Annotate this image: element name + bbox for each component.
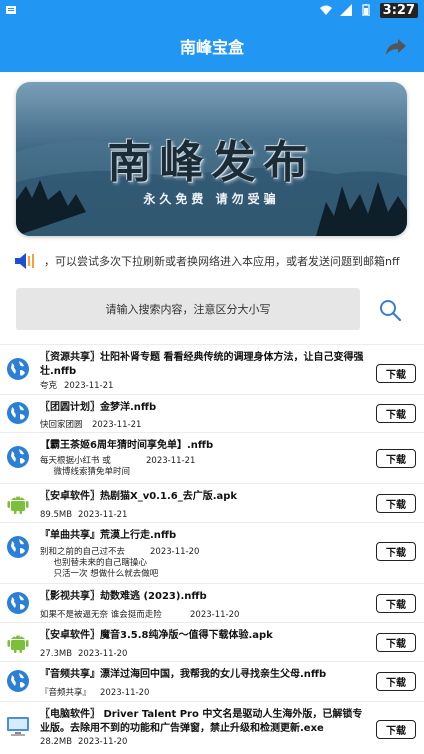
signal-icon	[6, 6, 16, 14]
item-title: 【霸王茶姬6周年猜时间享免单】.nffb	[40, 440, 214, 451]
item-date: 2023-11-20	[78, 737, 128, 747]
item-size: 89.5MB	[40, 510, 73, 520]
list-item[interactable]: 〖安卓软件〗热剧猫X_v0.1.6_去广版.apk 89.5MB 2023-11…	[0, 483, 424, 522]
item-size: 27.3MB	[40, 649, 73, 659]
item-title: 〖安卓软件〗魔音3.5.8纯净版～值得下载体验.apk	[40, 630, 273, 641]
item-size: 『音频共享』	[40, 688, 92, 698]
status-right: 3:27	[319, 2, 418, 18]
item-size: 别和之前的自己过不去 也别替未来的自己瞎操心 只活一次 想做什么就去做吧	[40, 547, 159, 579]
item-title: 〖影视共享〗劫数难逃 (2023).nffb	[40, 591, 207, 602]
item-title: 〖安卓软件〗热剧猫X_v0.1.6_去广版.apk	[40, 491, 238, 502]
globe-icon	[7, 402, 29, 424]
battery-icon	[362, 4, 370, 16]
list-item[interactable]: 〖影视共享〗劫数难逃 (2023).nffb 如果不是被逼无奈 谁会挺而走险 2…	[0, 583, 424, 622]
cellular-icon	[339, 4, 352, 16]
item-size: 每天根据小红书 或 微博线索猜免单时间	[40, 456, 131, 477]
globe-icon	[7, 536, 29, 558]
download-button[interactable]: 下载	[376, 404, 416, 423]
download-button[interactable]: 下载	[376, 494, 416, 513]
notice-text: ，可以尝试多次下拉刷新或者换网络进入本应用，或者发送问题到邮箱nff	[44, 255, 400, 268]
banner-title: 南峰发布	[107, 137, 316, 188]
computer-icon	[7, 717, 29, 736]
item-date: 2023-11-21	[92, 420, 142, 430]
android-icon	[7, 496, 29, 514]
item-size: 夸克	[40, 381, 58, 391]
item-title: 〖资源共享〗壮阳补肾专题 看看经典传统的调理身体方法，让自己变得强壮.nffb	[40, 352, 364, 377]
item-date: 2023-11-20	[190, 610, 240, 620]
item-date: 2023-11-21	[78, 510, 128, 520]
globe-icon	[7, 358, 29, 380]
item-date: 2023-11-20	[100, 688, 150, 698]
banner-subtitle: 永久免费 请勿受骗	[143, 192, 280, 206]
item-size: 如果不是被逼无奈 谁会挺而走险	[40, 610, 162, 620]
download-button[interactable]: 下载	[376, 672, 416, 691]
list-item[interactable]: 〖团圆计划〗金梦洋.nffb 快回家团圆 2023-11-21 下载	[0, 394, 424, 432]
download-button[interactable]: 下载	[376, 720, 416, 739]
item-title: 『单曲共享』荒漠上行走.nffb	[40, 530, 177, 541]
clock: 3:27	[379, 2, 418, 18]
android-icon	[7, 635, 29, 653]
status-left	[6, 4, 18, 16]
search-row: 请输入搜索内容，注意区分大小写	[16, 288, 416, 330]
app-title: 南峰宝盒	[179, 38, 244, 57]
wifi-icon	[319, 5, 332, 15]
app-bar: 南峰宝盒	[0, 20, 424, 72]
banner[interactable]: 南峰发布 永久免费 请勿受骗	[16, 82, 407, 236]
item-date: 2023-11-20	[150, 547, 200, 557]
speaker-icon	[15, 253, 34, 269]
download-button[interactable]: 下载	[376, 594, 416, 613]
download-button[interactable]: 下载	[376, 449, 416, 468]
list-item[interactable]: 『音频共享』漂洋过海回中国，我帮我的女儿寻找亲生父母.nffb 『音频共享』 2…	[0, 661, 424, 701]
download-button[interactable]: 下载	[376, 633, 416, 652]
resource-list: 〖资源共享〗壮阳补肾专题 看看经典传统的调理身体方法，让自己变得强壮.nffb …	[0, 344, 424, 753]
list-item[interactable]: 【霸王茶姬6周年猜时间享免单】.nffb 每天根据小红书 或 微博线索猜免单时间…	[0, 432, 424, 483]
item-date: 2023-11-21	[146, 456, 196, 466]
item-title: 〖电脑软件〗 Driver Talent Pro 中文名是驱动人生海外版，已解锁…	[40, 709, 363, 734]
download-button[interactable]: 下载	[376, 364, 416, 383]
notice-marquee: ，可以尝试多次下拉刷新或者换网络进入本应用，或者发送问题到邮箱nff	[14, 250, 414, 272]
item-title: 『音频共享』漂洋过海回中国，我帮我的女儿寻找亲生父母.nffb	[40, 669, 327, 680]
item-date: 2023-11-21	[64, 381, 114, 391]
globe-icon	[7, 446, 29, 468]
globe-icon	[7, 670, 29, 692]
item-size: 快回家团圆	[40, 420, 83, 430]
list-item[interactable]: 『单曲共享』荒漠上行走.nffb 别和之前的自己过不去 也别替未来的自己瞎操心 …	[0, 522, 424, 583]
globe-icon	[7, 592, 29, 614]
share-icon[interactable]	[384, 34, 408, 58]
list-item[interactable]: 〖电脑软件〗 Driver Talent Pro 中文名是驱动人生海外版，已解锁…	[0, 701, 424, 753]
status-bar: 3:27	[0, 0, 424, 20]
item-size: 28.2MB	[40, 737, 73, 747]
download-button[interactable]: 下载	[376, 542, 416, 561]
list-item[interactable]: 〖资源共享〗壮阳补肾专题 看看经典传统的调理身体方法，让自己变得强壮.nffb …	[0, 344, 424, 394]
item-title: 〖团圆计划〗金梦洋.nffb	[40, 402, 157, 413]
search-input[interactable]: 请输入搜索内容，注意区分大小写	[16, 288, 360, 330]
search-icon[interactable]	[378, 298, 402, 322]
list-item[interactable]: 〖安卓软件〗魔音3.5.8纯净版～值得下载体验.apk 27.3MB 2023-…	[0, 622, 424, 661]
item-date: 2023-11-20	[78, 649, 128, 659]
